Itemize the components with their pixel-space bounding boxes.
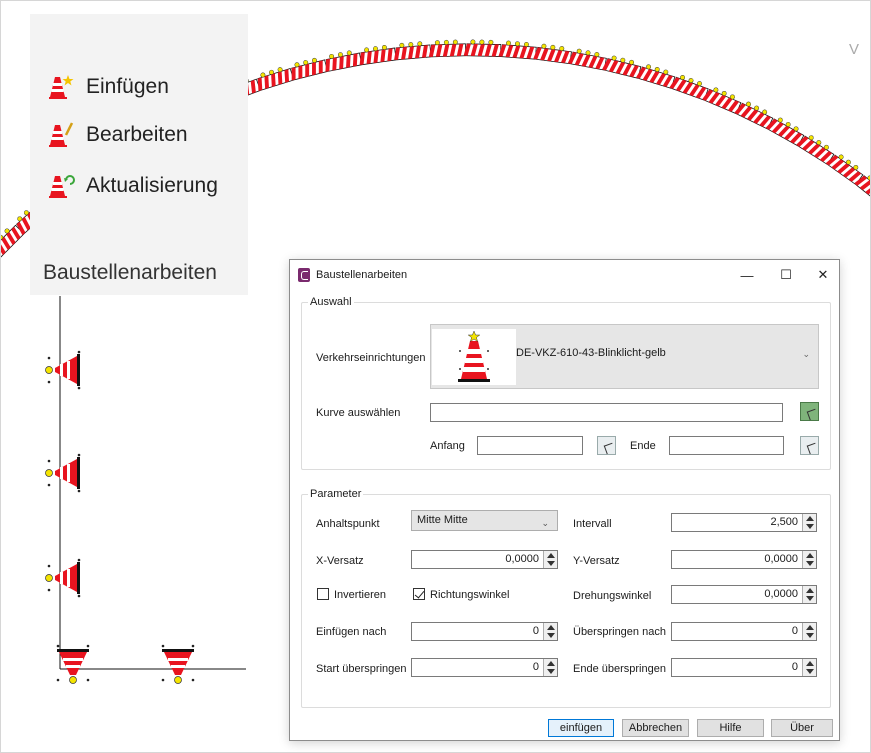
help-button[interactable]: Hilfe [697, 719, 764, 737]
cone-marker [45, 453, 81, 493]
chevron-down-icon: ⌄ [802, 349, 810, 359]
anchor-select[interactable]: Mitte Mitte ⌄ [411, 510, 558, 531]
yoffset-label: Y-Versatz [573, 555, 620, 567]
construction-dialog: Baustellenarbeiten — ☐ ✕ Auswahl Verkehr… [289, 259, 840, 741]
start-skip-label: Start überspringen [316, 663, 407, 675]
ribbon-panel: Einfügen Bearbeiten Aktualisierung Baust… [30, 14, 248, 295]
barrier-board [428, 39, 467, 58]
insert-label: Einfügen [86, 75, 169, 98]
barrier-board [291, 57, 329, 81]
interval-value: 2,500 [770, 516, 798, 528]
skip-after-value: 0 [791, 625, 798, 637]
insert-submit-button[interactable]: einfügen [548, 719, 614, 737]
about-button[interactable]: Über [771, 719, 833, 737]
anchor-value: Mitte Mitte [417, 514, 468, 526]
rotation-input[interactable]: 0,0000 [671, 585, 817, 604]
view-cube-icon[interactable]: V [849, 41, 859, 58]
device-value: DE-VKZ-610-43-Blinklicht-gelb [516, 347, 666, 359]
skip-after-spinner[interactable] [802, 623, 816, 640]
xoffset-input[interactable]: 0,0000 [411, 550, 558, 569]
start-pick-button[interactable] [597, 436, 616, 455]
curve-label: Kurve auswählen [316, 407, 401, 419]
yoffset-spinner[interactable] [802, 551, 816, 568]
cone-edit-icon [49, 122, 74, 147]
start-skip-input[interactable]: 0 [411, 658, 558, 677]
edit-button[interactable]: Bearbeiten [46, 118, 188, 152]
device-select[interactable]: DE-VKZ-610-43-Blinklicht-gelb ⌄ [430, 324, 819, 389]
start-input[interactable] [477, 436, 583, 455]
cone-marker [45, 558, 81, 598]
rotation-spinner[interactable] [802, 586, 816, 603]
direction-checkbox[interactable] [413, 588, 425, 600]
skip-after-input[interactable]: 0 [671, 622, 817, 641]
barrier-board [567, 48, 607, 71]
curve-pick-button[interactable] [800, 402, 819, 421]
dialog-title: Baustellenarbeiten [316, 269, 408, 281]
barrier-board [635, 64, 676, 89]
insert-after-input[interactable]: 0 [411, 622, 558, 641]
update-button[interactable]: Aktualisierung [46, 169, 218, 203]
cone-insert-icon [49, 75, 74, 99]
ribbon-group-label: Baustellenarbeiten [43, 261, 217, 284]
close-button[interactable]: ✕ [807, 264, 839, 286]
end-skip-input[interactable]: 0 [671, 658, 817, 677]
barrier-board [669, 75, 709, 101]
barrier-board [359, 44, 397, 66]
interval-input[interactable]: 2,500 [671, 513, 817, 532]
end-skip-spinner[interactable] [802, 659, 816, 676]
rotation-value: 0,0000 [764, 588, 798, 600]
barrier-board [325, 50, 363, 72]
dialog-titlebar[interactable]: Baustellenarbeiten — ☐ ✕ [290, 260, 839, 291]
end-label: Ende [630, 440, 656, 452]
insert-after-value: 0 [532, 625, 539, 637]
rotation-label: Drehungswinkel [573, 590, 652, 602]
end-input[interactable] [669, 436, 784, 455]
barrier-board [533, 43, 572, 65]
invert-checkbox[interactable] [317, 588, 329, 600]
interval-spinner[interactable] [802, 514, 816, 531]
update-label: Aktualisierung [86, 174, 218, 197]
curve-input[interactable] [430, 403, 783, 422]
insert-after-label: Einfügen nach [316, 626, 387, 638]
interval-label: Intervall [573, 518, 612, 530]
xoffset-value: 0,0000 [505, 553, 539, 565]
cone-marker [45, 350, 81, 390]
cone-refresh-icon [49, 175, 75, 198]
insert-after-spinner[interactable] [543, 623, 557, 640]
end-pick-button[interactable] [800, 436, 819, 455]
invert-label: Invertieren [334, 589, 386, 601]
edit-label: Bearbeiten [86, 123, 188, 146]
cone-marker [161, 644, 195, 684]
start-label: Anfang [430, 440, 465, 452]
barrier-board [394, 41, 432, 61]
chevron-down-icon: ⌄ [541, 518, 549, 528]
start-skip-value: 0 [532, 661, 539, 673]
device-preview-icon [432, 329, 516, 385]
minimize-button[interactable]: — [731, 264, 763, 286]
end-skip-label: Ende überspringen [573, 663, 666, 675]
xoffset-spinner[interactable] [543, 551, 557, 568]
device-label: Verkehrseinrichtungen [316, 352, 426, 364]
yoffset-value: 0,0000 [764, 553, 798, 565]
cad-viewport: V Einfügen Bearbeiten Aktualisierung Bau… [0, 0, 871, 753]
cancel-button[interactable]: Abbrechen [622, 719, 689, 737]
barrier-board [257, 67, 295, 92]
parameter-legend: Parameter [308, 488, 364, 500]
direction-label: Richtungswinkel [430, 589, 510, 601]
barrier-board [498, 40, 537, 60]
end-skip-value: 0 [791, 661, 798, 673]
insert-button[interactable]: Einfügen [46, 70, 169, 104]
anchor-label: Anhaltspunkt [316, 518, 380, 530]
yoffset-input[interactable]: 0,0000 [671, 550, 817, 569]
xoffset-label: X-Versatz [316, 555, 364, 567]
barrier-board [602, 55, 642, 79]
barrier-board [463, 39, 502, 57]
cone-marker [56, 644, 90, 684]
skip-after-label: Überspringen nach [573, 626, 666, 638]
app-icon [298, 268, 310, 282]
selection-legend: Auswahl [308, 296, 354, 308]
maximize-button[interactable]: ☐ [770, 264, 802, 286]
start-skip-spinner[interactable] [543, 659, 557, 676]
